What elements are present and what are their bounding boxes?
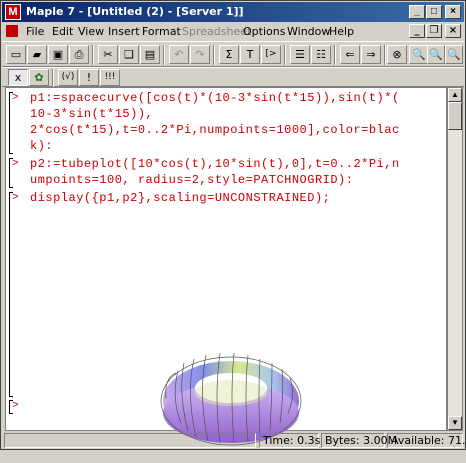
cut-icon[interactable]: ✂ [98,45,118,64]
maple-window: M Maple 7 - [Untitled (2) - [Server 1]] … [0,0,466,450]
paste-icon[interactable]: ▤ [140,45,160,64]
input-prompt: > [12,92,19,104]
input-line[interactable]: umpoints=100, radius=2,style=PATCHNOGRID… [30,173,353,187]
document-menu-icon[interactable] [6,25,18,37]
menu-edit[interactable]: Edit [52,25,73,38]
stop-icon[interactable]: ⊗ [387,45,407,64]
maximize-button[interactable]: □ [426,5,442,19]
back-icon[interactable]: ⇐ [340,45,360,64]
zoom-in-icon[interactable]: 🔍 [409,45,429,64]
scroll-down-arrow-icon[interactable]: ▼ [448,416,462,430]
status-message [4,433,256,448]
menu-options[interactable]: Options [243,25,285,38]
title-bar[interactable]: M Maple 7 - [Untitled (2) - [Server 1]] … [2,2,464,22]
input-line[interactable]: display({p1,p2},scaling=UNCONSTRAINED); [30,191,330,205]
execute-icon[interactable]: ! [79,69,99,86]
minimize-button[interactable]: _ [409,5,425,19]
status-time: Time: 0.3s [259,433,320,448]
toolbar-separator [163,45,165,65]
ungroup-icon[interactable]: ☷ [311,45,331,64]
menu-help[interactable]: Help [329,25,354,38]
input-line[interactable]: 2*cos(t*15),t=0..2*Pi,numpoints=1000],co… [30,123,400,137]
window-title: Maple 7 - [Untitled (2) - [Server 1]] [26,5,244,18]
toolbar-separator [52,69,54,89]
maple-leaf-icon[interactable]: ✿ [29,69,49,86]
prompt-icon[interactable]: [> [261,45,281,64]
scroll-up-arrow-icon[interactable]: ▲ [448,88,462,102]
doc-close-button[interactable]: × [445,24,461,38]
doc-restore-button[interactable]: ❐ [426,24,442,38]
input-prompt: > [12,158,19,170]
input-line[interactable]: p1:=spacecurve([cos(t)*(10-3*sin(t*15)),… [30,91,400,105]
menu-bar: File Edit View Insert Format Spreadsheet… [2,23,464,41]
doc-minimize-button[interactable]: _ [409,24,425,38]
empty-input-prompt[interactable]: > [12,400,19,412]
sqrt-icon[interactable]: (√) [58,69,78,86]
toolbar-separator [384,45,386,65]
group-icon[interactable]: ☰ [290,45,310,64]
status-available: Available: 71.4M [387,433,466,448]
toolbar-separator [92,45,94,65]
menu-format[interactable]: Format [142,25,181,38]
execution-group-bracket [9,192,13,397]
save-icon[interactable]: ▣ [48,45,68,64]
text-icon[interactable]: T [240,45,260,64]
input-line[interactable]: p2:=tubeplot([10*cos(t),10*sin(t),0],t=0… [30,157,400,171]
status-bytes: Bytes: 3.00M [321,433,397,448]
input-line[interactable]: 10-3*sin(t*15)), [30,107,153,121]
main-toolbar: ▭ ▰ ▣ ⎙ ✂ ❏ ▤ ↶ ↷ Σ T [> ☰ ☷ ⇐ ⇒ ⊗ 🔍 🔍 🔍 [2,41,464,67]
status-bar: Time: 0.3s Bytes: 3.00M Available: 71.4M [2,431,466,449]
menu-view[interactable]: View [78,25,104,38]
menu-spreadsheet[interactable]: Spreadsheet [182,25,251,38]
open-icon[interactable]: ▰ [27,45,47,64]
maple-app-icon[interactable]: M [5,4,21,20]
zoom-out-icon[interactable]: 🔍 [427,45,445,64]
menu-window[interactable]: Window [287,25,330,38]
scroll-thumb[interactable] [448,102,462,130]
input-prompt: > [12,192,19,204]
math-mode-icon[interactable]: x [8,69,28,86]
close-button[interactable]: × [445,5,461,19]
new-icon[interactable]: ▭ [6,45,26,64]
copy-icon[interactable]: ❏ [119,45,139,64]
zoom-fit-icon[interactable]: 🔍 [445,45,463,64]
toolbar-separator [213,45,215,65]
menu-insert[interactable]: Insert [108,25,140,38]
execute-all-icon[interactable]: !!! [100,69,120,86]
worksheet[interactable]: > p1:=spacecurve([cos(t)*(10-3*sin(t*15)… [5,87,447,446]
input-line[interactable]: k): [30,139,53,153]
redo-icon[interactable]: ↷ [190,45,210,64]
sigma-icon[interactable]: Σ [219,45,239,64]
context-toolbar: x ✿ (√) ! !!! [2,67,464,89]
toolbar-separator [334,45,336,65]
toolbar-separator [284,45,286,65]
undo-icon[interactable]: ↶ [169,45,189,64]
menu-file[interactable]: File [26,25,44,38]
vertical-scrollbar[interactable]: ▲ ▼ [447,87,463,431]
forward-icon[interactable]: ⇒ [361,45,381,64]
print-icon[interactable]: ⎙ [69,45,89,64]
